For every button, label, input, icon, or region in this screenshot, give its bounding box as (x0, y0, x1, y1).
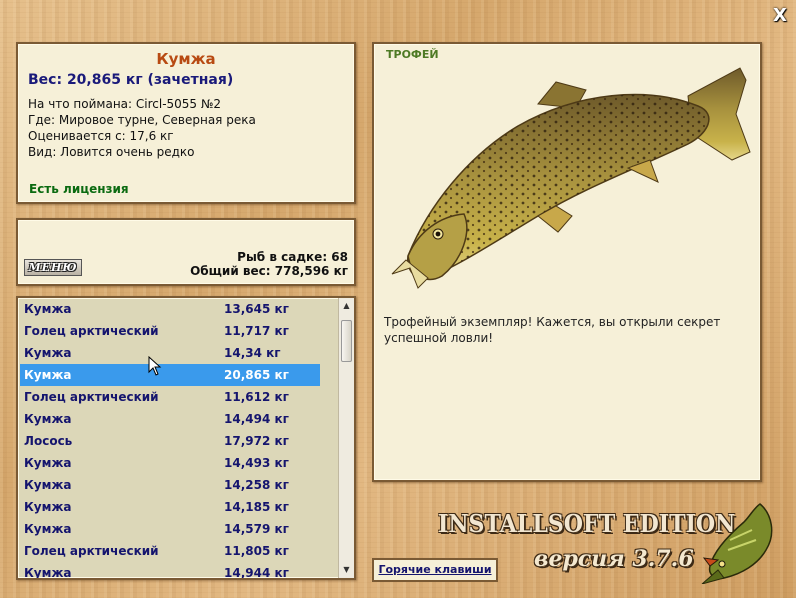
scrollbar[interactable]: ▲ ▼ (338, 298, 354, 578)
pike-logo-icon (701, 503, 773, 584)
catch-fish-name: Кумжа (24, 456, 72, 470)
catch-fish-name: Лосось (24, 434, 73, 448)
catch-row[interactable]: Голец арктический 11,612 кг (20, 386, 320, 408)
logo-version-text: версия 3.7.6 (534, 546, 694, 572)
catch-fish-weight: 13,645 кг (224, 302, 289, 316)
catch-row[interactable]: Голец арктический 11,805 кг (20, 540, 320, 562)
catch-row[interactable]: Кумжа 14,944 кг (20, 562, 320, 580)
catch-fish-weight: 14,185 кг (224, 500, 289, 514)
catch-fish-weight: 14,944 кг (224, 566, 289, 580)
catch-fish-weight: 14,494 кг (224, 412, 289, 426)
info-location: Где: Мировое турне, Северная река (28, 113, 256, 127)
keepnet-status-panel: МЕНЮ Рыб в садке: 68 Общий вес: 778,596 … (16, 218, 356, 286)
catch-fish-name: Голец арктический (24, 324, 159, 338)
catch-row[interactable]: Кумжа 14,34 кг (20, 342, 320, 364)
trophy-description: Трофейный экземпляр! Кажется, вы открыли… (384, 315, 721, 345)
catch-row[interactable]: Лосось 17,972 кг (20, 430, 320, 452)
info-rarity: Вид: Ловится очень редко (28, 145, 195, 159)
catch-row[interactable]: Кумжа 20,865 кг (20, 364, 320, 386)
catch-list[interactable]: Кумжа 13,645 кг Голец арктический 11,717 кг… (20, 298, 320, 580)
catch-fish-name: Кумжа (24, 500, 72, 514)
catch-fish-name: Кумжа (24, 302, 72, 316)
catch-fish-name: Кумжа (24, 346, 72, 360)
catch-fish-name: Кумжа (24, 478, 72, 492)
catch-row[interactable]: Кумжа 13,645 кг (20, 298, 320, 320)
catch-list-panel: Кумжа 13,645 кг Голец арктический 11,717 кг… (16, 296, 356, 580)
catch-row[interactable]: Кумжа 14,493 кг (20, 452, 320, 474)
catch-row[interactable]: Голец арктический 11,717 кг (20, 320, 320, 342)
catch-fish-name: Кумжа (24, 368, 72, 382)
catch-fish-weight: 11,612 кг (224, 390, 289, 404)
catch-row[interactable]: Кумжа 14,494 кг (20, 408, 320, 430)
menu-button[interactable]: МЕНЮ (24, 259, 82, 276)
fish-weight: Вес: 20,865 кг (зачетная) (28, 72, 234, 88)
catch-row[interactable]: Кумжа 14,185 кг (20, 496, 320, 518)
catch-fish-name: Кумжа (24, 566, 72, 580)
mouse-cursor-icon (148, 356, 162, 376)
catch-fish-name: Кумжа (24, 522, 72, 536)
fish-name: Кумжа (156, 50, 216, 68)
installsoft-logo: INSTALLSOFT EDITION версия 3.7.6 (438, 509, 736, 573)
catch-fish-weight: 11,805 кг (224, 544, 289, 558)
trophy-panel: ТРОФЕЙ Трофейный экземпляр! Кажется, вы … (372, 42, 762, 482)
catch-row[interactable]: Кумжа 14,258 кг (20, 474, 320, 496)
catch-fish-weight: 14,34 кг (224, 346, 281, 360)
catch-fish-weight: 11,717 кг (224, 324, 289, 338)
scroll-up-arrow-icon[interactable]: ▲ (339, 298, 354, 314)
info-rated-from: Оценивается с: 17,6 кг (28, 129, 174, 143)
catch-fish-name: Голец арктический (24, 390, 159, 404)
catch-fish-name: Кумжа (24, 412, 72, 426)
catch-fish-name: Голец арктический (24, 544, 159, 558)
catch-fish-weight: 17,972 кг (224, 434, 289, 448)
catch-fish-weight: 14,579 кг (224, 522, 289, 536)
logo-edition-text: INSTALLSOFT EDITION (438, 509, 736, 538)
scrollbar-thumb[interactable] (341, 320, 352, 362)
total-weight: Общий вес: 778,596 кг (190, 264, 348, 278)
catch-fish-weight: 14,493 кг (224, 456, 289, 470)
trout-image (391, 67, 751, 289)
keepnet-summary: Рыб в садке: 68 Общий вес: 778,596 кг (190, 250, 348, 278)
fish-info-panel: Кумжа Вес: 20,865 кг (зачетная) На что п… (16, 42, 356, 204)
fish-count: Рыб в садке: 68 (237, 250, 348, 264)
catch-row[interactable]: Кумжа 14,579 кг (20, 518, 320, 540)
close-button[interactable]: X (770, 6, 790, 26)
info-bait: На что поймана: Circl-5055 №2 (28, 97, 221, 111)
catch-fish-weight: 14,258 кг (224, 478, 289, 492)
license-status: Есть лицензия (29, 182, 129, 196)
hotkeys-button[interactable]: Горячие клавиши (372, 558, 498, 582)
catch-fish-weight: 20,865 кг (224, 368, 289, 382)
scroll-down-arrow-icon[interactable]: ▼ (339, 562, 354, 578)
